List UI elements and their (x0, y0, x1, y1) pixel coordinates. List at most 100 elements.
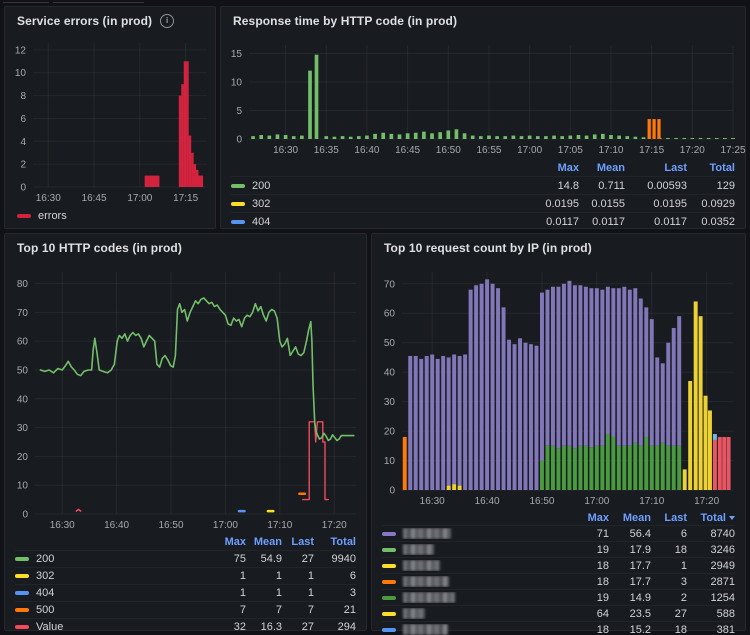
legend-value-last: 1 (307, 570, 314, 582)
svg-text:16:45: 16:45 (82, 193, 107, 204)
redacted-ip-label[interactable] (403, 544, 434, 555)
series-color-marker (382, 531, 396, 536)
legend-column-total[interactable]: Total (314, 536, 356, 548)
legend-row: 404 0.0117 0.0117 0.0117 0.0352 (231, 212, 735, 230)
svg-text:17:10: 17:10 (639, 496, 664, 507)
legend-value-total: 8740 (710, 527, 735, 540)
legend-label-cell (382, 528, 565, 539)
svg-text:0: 0 (236, 135, 242, 146)
legend-column-last[interactable]: Last (625, 162, 687, 174)
svg-text:16:40: 16:40 (104, 520, 129, 531)
legend-row: 18 17.7 1 2949 (382, 557, 735, 573)
panel-title[interactable]: Top 10 HTTP codes (in prod) (17, 241, 182, 255)
legend-value-max: 71 (596, 527, 609, 540)
legend-value-mean: 0.711 (598, 179, 625, 192)
legend-column-total[interactable]: Total (687, 512, 735, 524)
legend-value-mean: 17.7 (629, 559, 651, 572)
svg-text:30: 30 (17, 423, 29, 434)
svg-text:16:50: 16:50 (529, 496, 554, 507)
svg-text:40: 40 (384, 368, 396, 379)
legend-value-last: 0.0195 (653, 197, 687, 210)
legend-series-label[interactable]: 500 (36, 604, 54, 616)
redacted-ip-label[interactable] (403, 592, 455, 603)
legend-value-total: 2949 (710, 559, 735, 572)
legend-column-mean[interactable]: Mean (609, 512, 651, 524)
legend-label-cell (382, 544, 565, 555)
panel-title[interactable]: Response time by HTTP code (in prod) (233, 14, 457, 28)
legend: Max Mean Last Total 200 75 54.9 27 9940 302 1 1 1 6 40… (5, 534, 366, 635)
svg-text:17:15: 17:15 (639, 145, 664, 156)
legend-label-cell: 404 (15, 587, 204, 599)
legend-series-label[interactable]: errors (38, 210, 67, 222)
legend-column-max[interactable]: Max (204, 536, 246, 548)
legend-value-max: 32 (233, 621, 246, 633)
series-color-marker (382, 579, 396, 584)
legend-series-label[interactable]: 404 (252, 216, 270, 228)
svg-text:17:10: 17:10 (598, 145, 623, 156)
legend-value-max: 19 (596, 543, 609, 556)
legend-column-mean[interactable]: Mean (579, 162, 625, 174)
legend-value-total: 0.0929 (701, 197, 735, 210)
panel-service-errors: Service errors (in prod) i 16:30 16:45 17:… (4, 6, 216, 229)
request-count-by-ip-chart: 16:30 16:40 16:50 17:00 17:10 17:20 0 10 20 30 40 5… (384, 272, 733, 507)
legend-row: 302 1 1 1 6 (15, 567, 356, 584)
legend: Max Mean Last Total 200 14.8 0.711 0.00593 129 30… (221, 159, 745, 230)
legend-row: Value 32 16.3 27 294 (15, 618, 356, 635)
svg-text:8: 8 (20, 91, 26, 102)
legend-row: 404 1 1 1 3 (15, 584, 356, 601)
svg-text:0: 0 (389, 486, 395, 497)
legend-column-max[interactable]: Max (527, 162, 579, 174)
legend-series-label[interactable]: 200 (252, 180, 270, 192)
svg-text:10: 10 (231, 78, 243, 89)
svg-text:16:50: 16:50 (436, 145, 461, 156)
svg-text:0: 0 (20, 183, 26, 194)
legend-column-last[interactable]: Last (282, 536, 314, 548)
legend-row: 200 14.8 0.711 0.00593 129 (231, 176, 735, 194)
svg-text:16:30: 16:30 (36, 193, 61, 204)
legend-value-total: 129 (716, 179, 735, 192)
legend-value-total: 381 (716, 623, 735, 635)
series-color-marker (382, 547, 396, 552)
legend-series-label[interactable]: 404 (36, 587, 54, 599)
legend-column-total[interactable]: Total (687, 162, 735, 174)
panel-title[interactable]: Top 10 request count by IP (in prod) (384, 241, 592, 255)
redacted-ip-label[interactable] (403, 624, 448, 635)
svg-text:16:55: 16:55 (476, 145, 501, 156)
svg-text:60: 60 (384, 309, 396, 320)
series-color-marker (17, 214, 31, 218)
svg-text:4: 4 (20, 137, 26, 148)
info-icon[interactable]: i (160, 14, 175, 28)
redacted-ip-label[interactable] (403, 528, 451, 539)
svg-text:17:00: 17:00 (517, 145, 542, 156)
legend-series-label[interactable]: 302 (252, 198, 270, 210)
panel-header: Top 10 request count by IP (in prod) (372, 234, 745, 260)
redacted-ip-label[interactable] (403, 576, 449, 587)
legend-label-cell: 500 (15, 604, 204, 616)
legend-value-mean: 56.4 (629, 527, 651, 540)
legend-series-label[interactable]: 302 (36, 570, 54, 582)
svg-text:70: 70 (17, 308, 29, 319)
legend-column-last[interactable]: Last (651, 512, 687, 524)
legend-column-max[interactable]: Max (565, 512, 609, 524)
legend-column-mean[interactable]: Mean (246, 536, 282, 548)
legend-value-last: 18 (674, 623, 687, 635)
legend-value-max: 18 (596, 559, 609, 572)
legend-row: 302 0.0195 0.0155 0.0195 0.0929 (231, 194, 735, 212)
panel-title[interactable]: Service errors (in prod) (17, 14, 152, 28)
series-color-marker (15, 557, 29, 561)
legend-series-label[interactable]: Value (36, 621, 63, 633)
grafana-dashboard: Service errors (in prod) i 16:30 16:45 17:… (0, 0, 750, 635)
legend-header-row: Max Mean Last Total (382, 510, 735, 525)
cropped-panel-edge (3, 0, 49, 3)
legend-value-mean: 0.0155 (591, 197, 625, 210)
redacted-ip-label[interactable] (403, 608, 425, 619)
legend-value-last: 27 (301, 621, 314, 633)
legend-value-total: 21 (343, 604, 356, 616)
legend-value-max: 1 (239, 570, 246, 582)
svg-text:60: 60 (17, 337, 29, 348)
redacted-ip-label[interactable] (403, 560, 440, 571)
series-color-marker (382, 627, 396, 632)
panel-request-count-by-ip: Top 10 request count by IP (in prod) 16:… (371, 233, 746, 635)
legend-header-row: Max Mean Last Total (231, 159, 735, 176)
legend-series-label[interactable]: 200 (36, 553, 54, 565)
